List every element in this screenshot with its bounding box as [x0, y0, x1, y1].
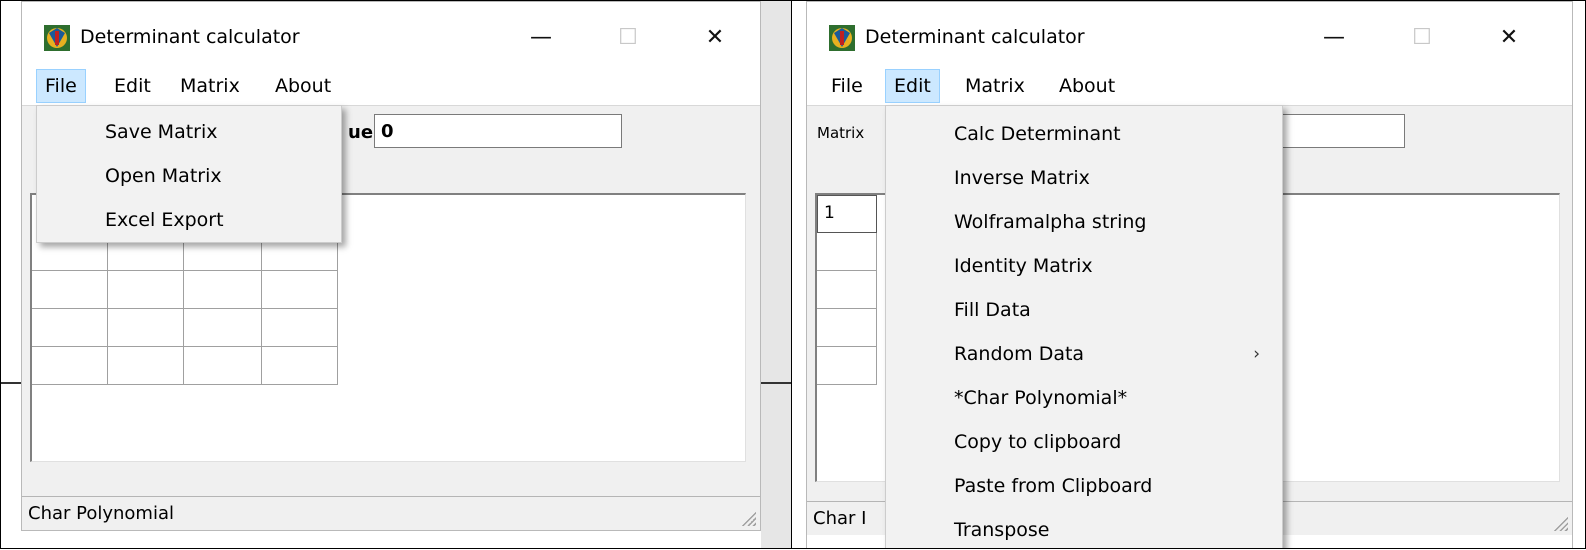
menu-item-label: Fill Data	[954, 299, 1031, 321]
minimize-icon: —	[530, 24, 552, 50]
resize-grip[interactable]	[1550, 513, 1568, 531]
background-window-edge	[761, 1, 791, 548]
menu-item-label: Random Data	[954, 343, 1085, 365]
grid-cell[interactable]	[108, 271, 184, 309]
app-icon	[829, 25, 855, 51]
minimize-button[interactable]: —	[522, 20, 560, 54]
menu-item-char-polynomial[interactable]: *Char Polynomial*	[886, 376, 1282, 420]
value-input[interactable]	[374, 114, 622, 148]
menu-item-open-matrix[interactable]: Open Matrix	[37, 154, 341, 198]
menu-item-label: Transpose	[954, 519, 1050, 541]
file-dropdown-menu: Save Matrix Open Matrix Excel Export	[36, 105, 342, 243]
title-bar: Determinant calculator — ☐ ✕	[22, 2, 760, 72]
grid-cell[interactable]	[184, 347, 262, 385]
menu-item-wolframalpha-string[interactable]: Wolframalpha string	[886, 200, 1282, 244]
menu-item-label: Paste from Clipboard	[954, 475, 1153, 497]
grid-cell[interactable]	[32, 347, 108, 385]
menu-item-save-matrix[interactable]: Save Matrix	[37, 110, 341, 154]
grid-cell[interactable]	[32, 309, 108, 347]
menu-bar: File Edit Matrix About	[22, 69, 760, 105]
menu-about[interactable]: About	[267, 69, 339, 103]
grid-cell[interactable]	[184, 309, 262, 347]
menu-item-calc-determinant[interactable]: Calc Determinant	[886, 112, 1282, 156]
menu-item-label: *Char Polynomial*	[954, 387, 1128, 409]
minimize-icon: —	[1323, 24, 1345, 50]
close-button[interactable]: ✕	[696, 20, 734, 54]
grid-cell[interactable]	[817, 233, 877, 271]
menu-about[interactable]: About	[1051, 69, 1123, 103]
maximize-icon: ☐	[1412, 24, 1432, 50]
grid-cell[interactable]	[184, 271, 262, 309]
menu-file[interactable]: File	[36, 69, 86, 103]
menu-item-fill-data[interactable]: Fill Data	[886, 288, 1282, 332]
status-bar: Char Polynomial	[22, 496, 760, 530]
menu-item-random-data[interactable]: Random Data ›	[886, 332, 1282, 376]
grid-cell[interactable]	[32, 271, 108, 309]
menu-bar: File Edit Matrix About	[807, 69, 1572, 105]
status-text: Char Polynomial	[28, 503, 174, 524]
minimize-button[interactable]: —	[1315, 20, 1353, 54]
resize-grip[interactable]	[738, 508, 756, 526]
menu-item-label: Inverse Matrix	[954, 167, 1090, 189]
maximize-button[interactable]: ☐	[1403, 20, 1441, 54]
value-label: ue	[348, 122, 374, 143]
grid-cell[interactable]	[817, 347, 877, 385]
menu-matrix[interactable]: Matrix	[957, 69, 1033, 103]
status-text: Char I	[813, 508, 867, 529]
chevron-right-icon: ›	[1253, 344, 1260, 364]
menu-matrix[interactable]: Matrix	[172, 69, 248, 103]
menu-item-copy-to-clipboard[interactable]: Copy to clipboard	[886, 420, 1282, 464]
background-window-line-right	[761, 382, 791, 384]
close-icon: ✕	[705, 24, 725, 50]
grid-cell[interactable]	[262, 347, 338, 385]
maximize-icon: ☐	[618, 24, 638, 50]
close-button[interactable]: ✕	[1490, 20, 1528, 54]
close-icon: ✕	[1499, 24, 1519, 50]
menu-item-inverse-matrix[interactable]: Inverse Matrix	[886, 156, 1282, 200]
grid-cell[interactable]	[262, 271, 338, 309]
menu-item-excel-export[interactable]: Excel Export	[37, 198, 341, 242]
maximize-button[interactable]: ☐	[609, 20, 647, 54]
menu-item-identity-matrix[interactable]: Identity Matrix	[886, 244, 1282, 288]
grid-cell[interactable]	[817, 271, 877, 309]
main-window: Determinant calculator — ☐ ✕ File Edit M…	[21, 1, 761, 531]
menu-edit[interactable]: Edit	[885, 69, 940, 103]
menu-item-label: Wolframalpha string	[954, 211, 1147, 233]
main-window: Determinant calculator — ☐ ✕ File Edit M…	[806, 1, 1573, 548]
grid-cell-selected[interactable]: 1	[817, 195, 877, 233]
menu-item-label: Identity Matrix	[954, 255, 1093, 277]
menu-item-transpose[interactable]: Transpose	[886, 508, 1282, 548]
left-screenshot-pane: Determinant calculator — ☐ ✕ File Edit M…	[0, 0, 792, 549]
title-bar: Determinant calculator — ☐ ✕	[807, 2, 1572, 72]
grid-cell[interactable]	[262, 309, 338, 347]
app-icon	[44, 25, 70, 51]
grid-cell[interactable]	[108, 347, 184, 385]
grid-cell[interactable]	[108, 309, 184, 347]
menu-item-paste-from-clipboard[interactable]: Paste from Clipboard	[886, 464, 1282, 508]
menu-edit[interactable]: Edit	[106, 69, 159, 103]
menu-item-label: Copy to clipboard	[954, 431, 1122, 453]
window-title: Determinant calculator	[865, 26, 1085, 48]
menu-item-label: Calc Determinant	[954, 123, 1121, 145]
edit-dropdown-menu: Calc Determinant Inverse Matrix Wolframa…	[885, 105, 1283, 548]
window-title: Determinant calculator	[80, 26, 300, 48]
right-screenshot-pane: Determinant calculator — ☐ ✕ File Edit M…	[791, 0, 1586, 549]
menu-file[interactable]: File	[823, 69, 871, 103]
grid-cell[interactable]	[817, 309, 877, 347]
matrix-label: Matrix	[817, 124, 865, 142]
